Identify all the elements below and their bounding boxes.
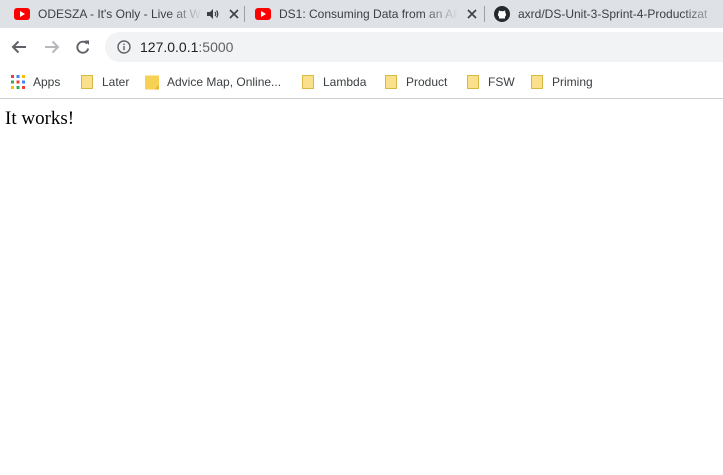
folder-icon xyxy=(80,75,94,89)
bookmarks-bar: Apps Later Advice Map, Online... Lambda … xyxy=(0,67,723,99)
bookmark-label: Lambda xyxy=(323,75,367,89)
tab-odesza[interactable]: ODESZA - It's Only - Live at Wa xyxy=(14,0,242,28)
bookmark-product[interactable]: Product xyxy=(384,73,447,91)
reload-icon[interactable] xyxy=(72,36,94,58)
info-icon[interactable] xyxy=(117,40,131,54)
tab-title: DS1: Consuming Data from an API xyxy=(279,7,458,21)
close-tab-icon[interactable] xyxy=(226,6,242,22)
apps-grid-icon xyxy=(11,75,25,89)
bookmark-label: Product xyxy=(406,75,448,89)
tab-separator xyxy=(244,6,245,22)
bookmark-later[interactable]: Later xyxy=(80,73,129,91)
back-arrow-icon[interactable] xyxy=(8,36,30,58)
bookmark-label: FSW xyxy=(488,75,515,89)
bookmark-label: Advice Map, Online... xyxy=(167,75,282,89)
close-tab-icon[interactable] xyxy=(464,6,480,22)
url-host: 127.0.0.1 xyxy=(140,39,199,55)
folder-icon xyxy=(301,75,315,89)
tab-separator xyxy=(484,6,485,22)
bookmark-label: Later xyxy=(102,75,130,89)
bookmark-label: Priming xyxy=(552,75,593,89)
page-message: It works! xyxy=(5,108,75,129)
page-content: It works! xyxy=(0,99,723,475)
tab-title: axrd/DS-Unit-3-Sprint-4-Productizat xyxy=(518,7,708,21)
bookmark-lambda[interactable]: Lambda xyxy=(301,73,366,91)
tab-title: ODESZA - It's Only - Live at Wa xyxy=(38,7,202,21)
tab-github[interactable]: axrd/DS-Unit-3-Sprint-4-Productizat xyxy=(494,0,723,28)
folder-icon xyxy=(384,75,398,89)
url-text: 127.0.0.1:5000 xyxy=(140,39,233,55)
github-icon xyxy=(494,6,510,22)
url-port: :5000 xyxy=(198,39,234,55)
bookmark-advice-map[interactable]: Advice Map, Online... xyxy=(145,73,281,91)
youtube-icon xyxy=(255,6,271,22)
speaker-icon[interactable] xyxy=(206,7,220,21)
bookmark-fsw[interactable]: FSW xyxy=(466,73,515,91)
folder-icon xyxy=(530,75,544,89)
address-bar[interactable]: 127.0.0.1:5000 xyxy=(105,32,723,62)
youtube-icon xyxy=(14,6,30,22)
sticky-note-icon xyxy=(145,75,159,89)
tab-strip: ODESZA - It's Only - Live at Wa DS1: Con… xyxy=(0,0,723,28)
bookmark-apps[interactable]: Apps xyxy=(11,73,60,91)
toolbar: 127.0.0.1:5000 xyxy=(0,28,723,67)
forward-arrow-icon[interactable] xyxy=(41,36,63,58)
tab-ds1[interactable]: DS1: Consuming Data from an API xyxy=(255,0,480,28)
bookmark-priming[interactable]: Priming xyxy=(530,73,593,91)
folder-icon xyxy=(466,75,480,89)
bookmark-label: Apps xyxy=(33,75,61,89)
